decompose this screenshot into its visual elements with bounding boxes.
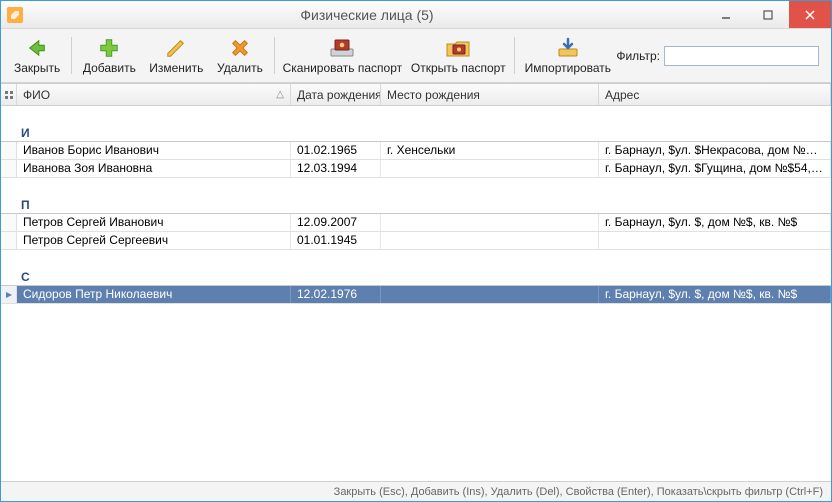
cell-addr: г. Барнаул, $ул. $, дом №$, кв. №$ xyxy=(599,214,831,231)
add-button[interactable]: Добавить xyxy=(76,33,142,78)
close-window-button[interactable] xyxy=(789,1,831,28)
cell-dob: 12.09.2007 xyxy=(291,214,381,231)
group-header[interactable]: И xyxy=(1,124,831,142)
import-label: Импортировать xyxy=(525,61,611,75)
filter-box: Фильтр: xyxy=(616,33,825,78)
column-label: Место рождения xyxy=(387,88,480,102)
arrow-left-icon xyxy=(26,36,48,60)
cell-pob xyxy=(381,286,599,303)
titlebar: Физические лица (5) xyxy=(1,1,831,29)
group-header[interactable]: С xyxy=(1,268,831,286)
scanner-icon xyxy=(329,36,355,60)
add-label: Добавить xyxy=(83,61,136,75)
window-controls xyxy=(705,1,831,28)
column-selector-handle[interactable] xyxy=(1,84,17,105)
delete-label: Удалить xyxy=(217,61,263,75)
cell-pob xyxy=(381,160,599,177)
table-row[interactable]: Иванов Борис Иванович01.02.1965г. Хенсел… xyxy=(1,142,831,160)
app-icon xyxy=(7,7,23,23)
minimize-button[interactable] xyxy=(705,1,747,28)
table-row[interactable]: Сидоров Петр Николаевич12.02.1976 г. Барн… xyxy=(1,286,831,304)
cell-fio: Сидоров Петр Николаевич xyxy=(17,286,291,303)
close-label: Закрыть xyxy=(14,61,60,75)
column-label: Адрес xyxy=(605,88,639,102)
edit-button[interactable]: Изменить xyxy=(143,33,210,78)
toolbar-separator xyxy=(514,37,515,74)
x-icon xyxy=(229,36,251,60)
cell-dob: 01.02.1965 xyxy=(291,142,381,159)
table-row[interactable]: Петров Сергей Сергеевич01.01.1945 xyxy=(1,232,831,250)
toolbar: Закрыть Добавить Изменить Удалить xyxy=(1,29,831,83)
cell-fio: Петров Сергей Сергеевич xyxy=(17,232,291,249)
plus-icon xyxy=(98,36,120,60)
cell-addr: г. Барнаул, $ул. $Гущина, дом №$54, к... xyxy=(599,160,831,177)
statusbar-text: Закрыть (Esc), Добавить (Ins), Удалить (… xyxy=(334,486,823,498)
table-row[interactable]: Петров Сергей Иванович12.09.2007 г. Барна… xyxy=(1,214,831,232)
window-title: Физические лица (5) xyxy=(29,7,705,23)
filter-label: Фильтр: xyxy=(616,49,660,63)
cell-pob xyxy=(381,214,599,231)
open-passport-button[interactable]: Открыть паспорт xyxy=(406,33,511,78)
cell-addr: г. Барнаул, $ул. $, дом №$, кв. №$ xyxy=(599,286,831,303)
group-header[interactable]: П xyxy=(1,196,831,214)
row-indicator xyxy=(1,286,17,303)
row-indicator xyxy=(1,214,17,231)
current-row-icon xyxy=(5,288,13,302)
folder-passport-icon xyxy=(445,36,471,60)
maximize-button[interactable] xyxy=(747,1,789,28)
cell-dob: 12.03.1994 xyxy=(291,160,381,177)
cell-dob: 12.02.1976 xyxy=(291,286,381,303)
cell-addr: г. Барнаул, $ул. $Некрасова, дом №$3... xyxy=(599,142,831,159)
scan-label: Сканировать паспорт xyxy=(283,61,403,75)
delete-button[interactable]: Удалить xyxy=(210,33,270,78)
import-button[interactable]: Импортировать xyxy=(519,33,616,78)
cell-fio: Иванов Борис Иванович xyxy=(17,142,291,159)
grid-header: ФИО △ Дата рождения Место рождения Адрес xyxy=(1,84,831,106)
scan-passport-button[interactable]: Сканировать паспорт xyxy=(279,33,406,78)
cell-pob xyxy=(381,232,599,249)
app-window: Физические лица (5) Закрыть Добав xyxy=(0,0,832,502)
row-indicator xyxy=(1,160,17,177)
cell-pob: г. Хенсельки xyxy=(381,142,599,159)
row-indicator xyxy=(1,232,17,249)
column-header-pob[interactable]: Место рождения xyxy=(381,84,599,105)
open-label: Открыть паспорт xyxy=(411,61,506,75)
column-label: Дата рождения xyxy=(297,88,381,102)
column-header-fio[interactable]: ФИО △ xyxy=(17,84,291,105)
column-header-addr[interactable]: Адрес xyxy=(599,84,831,105)
grid-body[interactable]: ИИванов Борис Иванович01.02.1965г. Хенсе… xyxy=(1,106,831,481)
cell-fio: Петров Сергей Иванович xyxy=(17,214,291,231)
import-icon xyxy=(556,36,580,60)
column-header-dob[interactable]: Дата рождения xyxy=(291,84,381,105)
pencil-icon xyxy=(165,36,187,60)
toolbar-separator xyxy=(71,37,72,74)
row-indicator xyxy=(1,142,17,159)
cell-fio: Иванова Зоя Ивановна xyxy=(17,160,291,177)
cell-addr xyxy=(599,232,831,249)
data-grid: ФИО △ Дата рождения Место рождения Адрес… xyxy=(1,83,831,481)
column-label: ФИО xyxy=(23,88,50,102)
filter-input[interactable] xyxy=(664,46,819,66)
sort-indicator-icon: △ xyxy=(276,89,284,100)
edit-label: Изменить xyxy=(149,61,203,75)
toolbar-separator xyxy=(274,37,275,74)
table-row[interactable]: Иванова Зоя Ивановна12.03.1994 г. Барнаул… xyxy=(1,160,831,178)
statusbar: Закрыть (Esc), Добавить (Ins), Удалить (… xyxy=(1,481,831,501)
close-button[interactable]: Закрыть xyxy=(7,33,67,78)
cell-dob: 01.01.1945 xyxy=(291,232,381,249)
